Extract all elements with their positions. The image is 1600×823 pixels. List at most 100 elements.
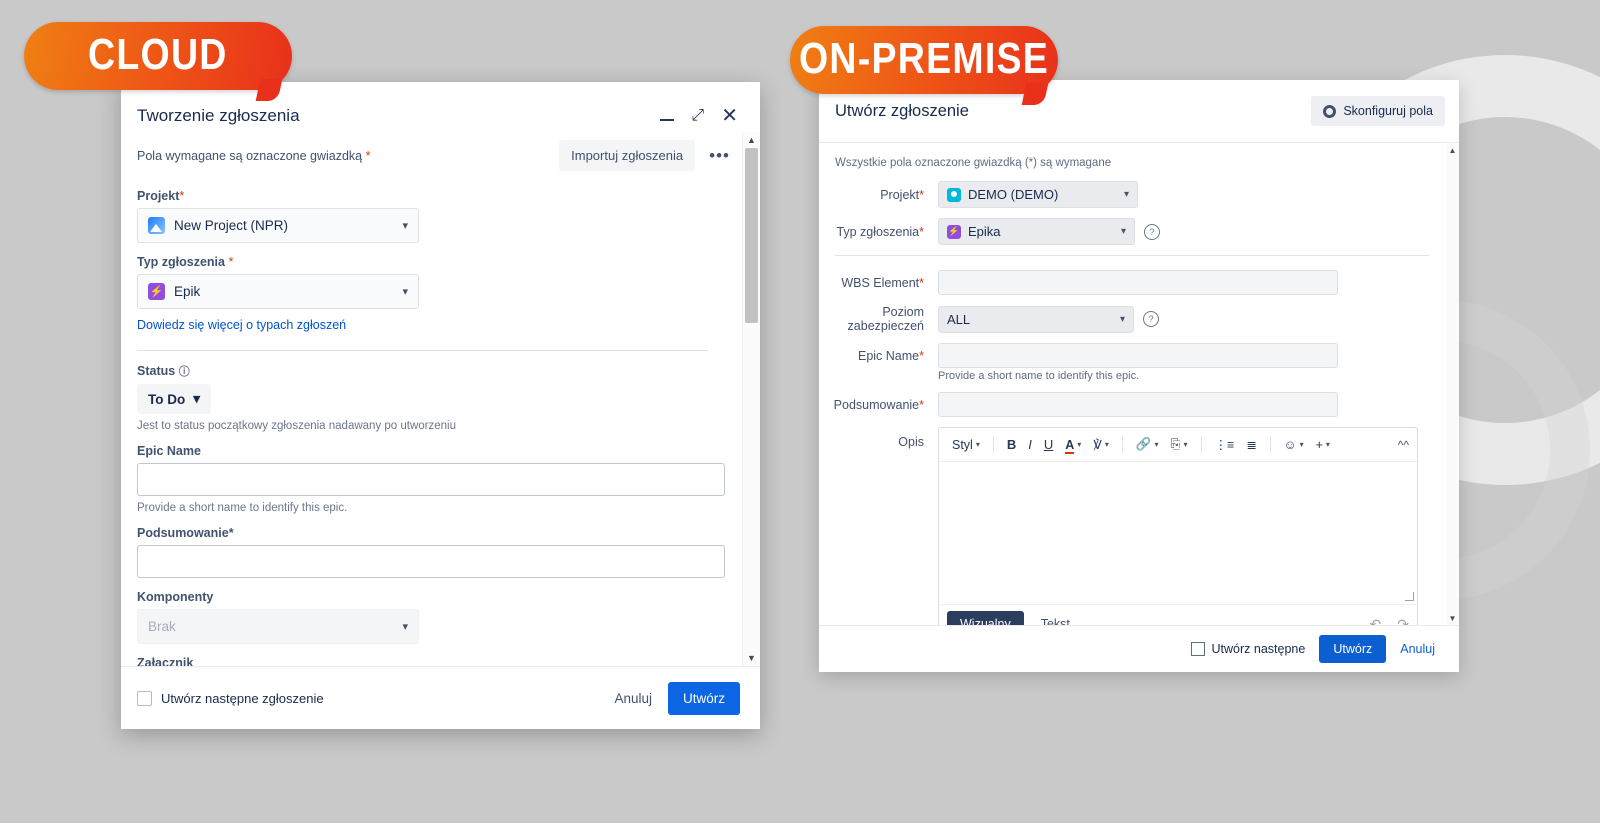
chevron-down-icon: ▾ — [975, 440, 980, 449]
more-options-icon[interactable]: ••• — [705, 146, 734, 166]
redo-icon[interactable]: ↷ — [1397, 616, 1409, 626]
editor-tab-text[interactable]: Tekst — [1028, 611, 1083, 625]
chevron-down-icon: ▾ — [1123, 189, 1129, 200]
chevron-down-icon: ▾ — [1077, 440, 1082, 449]
onpremise-epic-name-row: Epic Name* — [819, 343, 1459, 368]
onpremise-issue-type-value: Epika — [968, 224, 1001, 239]
attach-icon: ⎘ — [1170, 437, 1181, 451]
editor-underline-button[interactable]: U — [1039, 434, 1058, 455]
collapse-toolbar-icon[interactable]: ^^ — [1398, 438, 1409, 452]
editor-emoji-button[interactable]: ☺ ▾ — [1279, 435, 1309, 455]
onpremise-project-label: Projekt* — [880, 187, 924, 202]
scroll-up-icon[interactable]: ▲ — [1446, 143, 1459, 157]
onpremise-project-label-text: Projekt — [880, 187, 920, 202]
underline-icon: U — [1043, 437, 1054, 452]
cloud-summary-label: Podsumowanie* — [137, 526, 234, 540]
import-issues-button[interactable]: Importuj zgłoszenia — [559, 140, 696, 171]
onpremise-issue-type-select[interactable]: ⚡ Epika ▾ — [938, 218, 1135, 245]
cloud-scrollbar[interactable]: ▲ ▼ — [742, 132, 760, 666]
editor-content-area[interactable] — [939, 462, 1417, 604]
onpremise-issue-type-label: Typ zgłoszenia* — [836, 224, 924, 239]
configure-fields-button[interactable]: Skonfiguruj pola — [1311, 96, 1445, 126]
bullet-list-icon: ⋮≡ — [1214, 438, 1235, 452]
chevron-down-icon: ▾ — [1183, 440, 1188, 449]
toolbar-separator — [1269, 436, 1271, 453]
onpremise-summary-label: Podsumowanie* — [833, 397, 924, 412]
cloud-dialog-footer: Utwórz następne zgłoszenie Anuluj Utwórz — [121, 666, 760, 729]
onpremise-summary-input[interactable] — [938, 392, 1338, 417]
close-icon[interactable]: ✕ — [721, 106, 738, 126]
help-icon[interactable]: ? — [1144, 223, 1160, 240]
epic-type-icon: ⚡ — [148, 283, 165, 300]
cloud-summary-input[interactable] — [137, 545, 725, 578]
editor-bold-button[interactable]: B — [1002, 434, 1021, 455]
onpremise-security-value: ALL — [947, 311, 971, 327]
onpremise-epic-name-help: Provide a short name to identify this ep… — [938, 370, 1140, 382]
onpremise-issue-type-row: Typ zgłoszenia* ⚡ Epika ▾ ? — [819, 218, 1459, 245]
editor-insert-more-button[interactable]: + ▾ — [1311, 435, 1335, 455]
minimize-icon[interactable] — [660, 119, 675, 121]
editor-highlight-button[interactable]: ℣ ▾ — [1088, 434, 1114, 455]
editor-toolbar: Styl ▾ B I U A ▾ ℣ ▾ 🔗 ▾ ⎘ ▾ ⋮≡ ≣ ☺ ▾ + … — [939, 428, 1417, 462]
onpremise-wbs-row: WBS Element* — [819, 270, 1459, 295]
cloud-components-select[interactable]: Brak ▾ — [137, 609, 419, 644]
editor-bullet-list-button[interactable]: ⋮≡ — [1210, 434, 1240, 455]
collapse-icon[interactable]: ⤢ — [691, 108, 704, 124]
onpremise-create-button[interactable]: Utwórz — [1319, 635, 1387, 663]
chevron-down-icon: ▾ — [402, 220, 408, 232]
onpremise-required-note: Wszystkie pola oznaczone gwiazdką (*) są… — [835, 157, 1112, 169]
scroll-down-icon[interactable]: ▼ — [1446, 611, 1459, 625]
gear-icon — [1323, 104, 1337, 118]
toolbar-separator — [1121, 436, 1123, 453]
chevron-down-icon: ▾ — [402, 621, 408, 633]
cloud-project-select[interactable]: New Project (NPR) ▾ — [137, 208, 419, 243]
chevron-down-icon: ▾ — [1325, 440, 1330, 449]
onpremise-summary-row: Podsumowanie* — [819, 392, 1459, 417]
cloud-status-value: To Do — [148, 391, 186, 407]
checkbox-box[interactable] — [137, 690, 152, 706]
cloud-attachment-label: Załącznik — [137, 656, 194, 666]
editor-link-button[interactable]: 🔗 ▾ — [1131, 434, 1164, 455]
cloud-epic-name-label: Epic Name — [137, 444, 201, 458]
onpremise-wbs-input[interactable] — [938, 270, 1338, 295]
cloud-project-label-text: Projekt — [137, 189, 180, 203]
cloud-create-next-checkbox[interactable]: Utwórz następne zgłoszenie — [137, 690, 324, 706]
issue-types-learn-more-link[interactable]: Dowiedz się więcej o typach zgłoszeń — [137, 318, 346, 332]
cloud-epic-name-input[interactable] — [137, 463, 725, 496]
scroll-up-icon[interactable]: ▲ — [743, 132, 760, 148]
editor-style-dropdown[interactable]: Styl ▾ — [947, 435, 985, 455]
required-asterisk: * — [365, 148, 371, 163]
cloud-scrollbar-thumb[interactable] — [745, 148, 758, 323]
onpremise-project-row: Projekt* DEMO (DEMO) ▾ — [819, 181, 1459, 208]
cloud-dialog-title: Tworzenie zgłoszenia — [137, 106, 300, 125]
editor-resize-handle[interactable] — [1405, 592, 1414, 601]
checkbox-box[interactable] — [1190, 642, 1205, 656]
onpremise-scrollbar[interactable]: ▲ ▼ — [1446, 143, 1459, 625]
cloud-create-button[interactable]: Utwórz — [667, 681, 740, 715]
editor-text-color-button[interactable]: A ▾ — [1060, 435, 1086, 455]
onpremise-create-next-checkbox[interactable]: Utwórz następne — [1190, 642, 1305, 656]
onpremise-epic-name-label-text: Epic Name — [857, 348, 920, 363]
badge-cloud: CLOUD — [24, 22, 292, 90]
cloud-dialog-body: Pola wymagane są oznaczone gwiazdką * Im… — [121, 132, 760, 666]
undo-icon[interactable]: ↶ — [1370, 616, 1382, 626]
onpremise-security-select[interactable]: ALL ▾ — [938, 305, 1134, 333]
scroll-down-icon[interactable]: ▼ — [743, 650, 760, 666]
cloud-cancel-button[interactable]: Anuluj — [614, 691, 652, 706]
editor-italic-button[interactable]: I — [1023, 434, 1037, 455]
editor-attach-button[interactable]: ⎘ ▾ — [1165, 434, 1192, 455]
editor-tab-visual[interactable]: Wizualny — [947, 611, 1024, 625]
onpremise-project-select[interactable]: DEMO (DEMO) ▾ — [938, 181, 1138, 208]
cloud-issue-type-value: Epik — [174, 284, 201, 299]
editor-numbered-list-button[interactable]: ≣ — [1241, 434, 1261, 455]
badge-cloud-label: CLOUD — [88, 31, 228, 80]
help-icon[interactable]: ? — [1143, 311, 1159, 327]
onpremise-cancel-button[interactable]: Anuluj — [1400, 642, 1435, 656]
cloud-status-badge[interactable]: To Do ▾ — [137, 384, 212, 414]
info-icon[interactable]: ⓘ — [179, 366, 190, 378]
onpremise-epic-name-input[interactable] — [938, 343, 1338, 368]
onpremise-security-label: Poziom zabezpieczeń — [847, 305, 924, 333]
emoji-icon: ☺ — [1283, 437, 1297, 452]
onpremise-wbs-label-text: WBS Element — [841, 275, 920, 290]
cloud-issue-type-select[interactable]: ⚡ Epik ▾ — [137, 274, 419, 309]
